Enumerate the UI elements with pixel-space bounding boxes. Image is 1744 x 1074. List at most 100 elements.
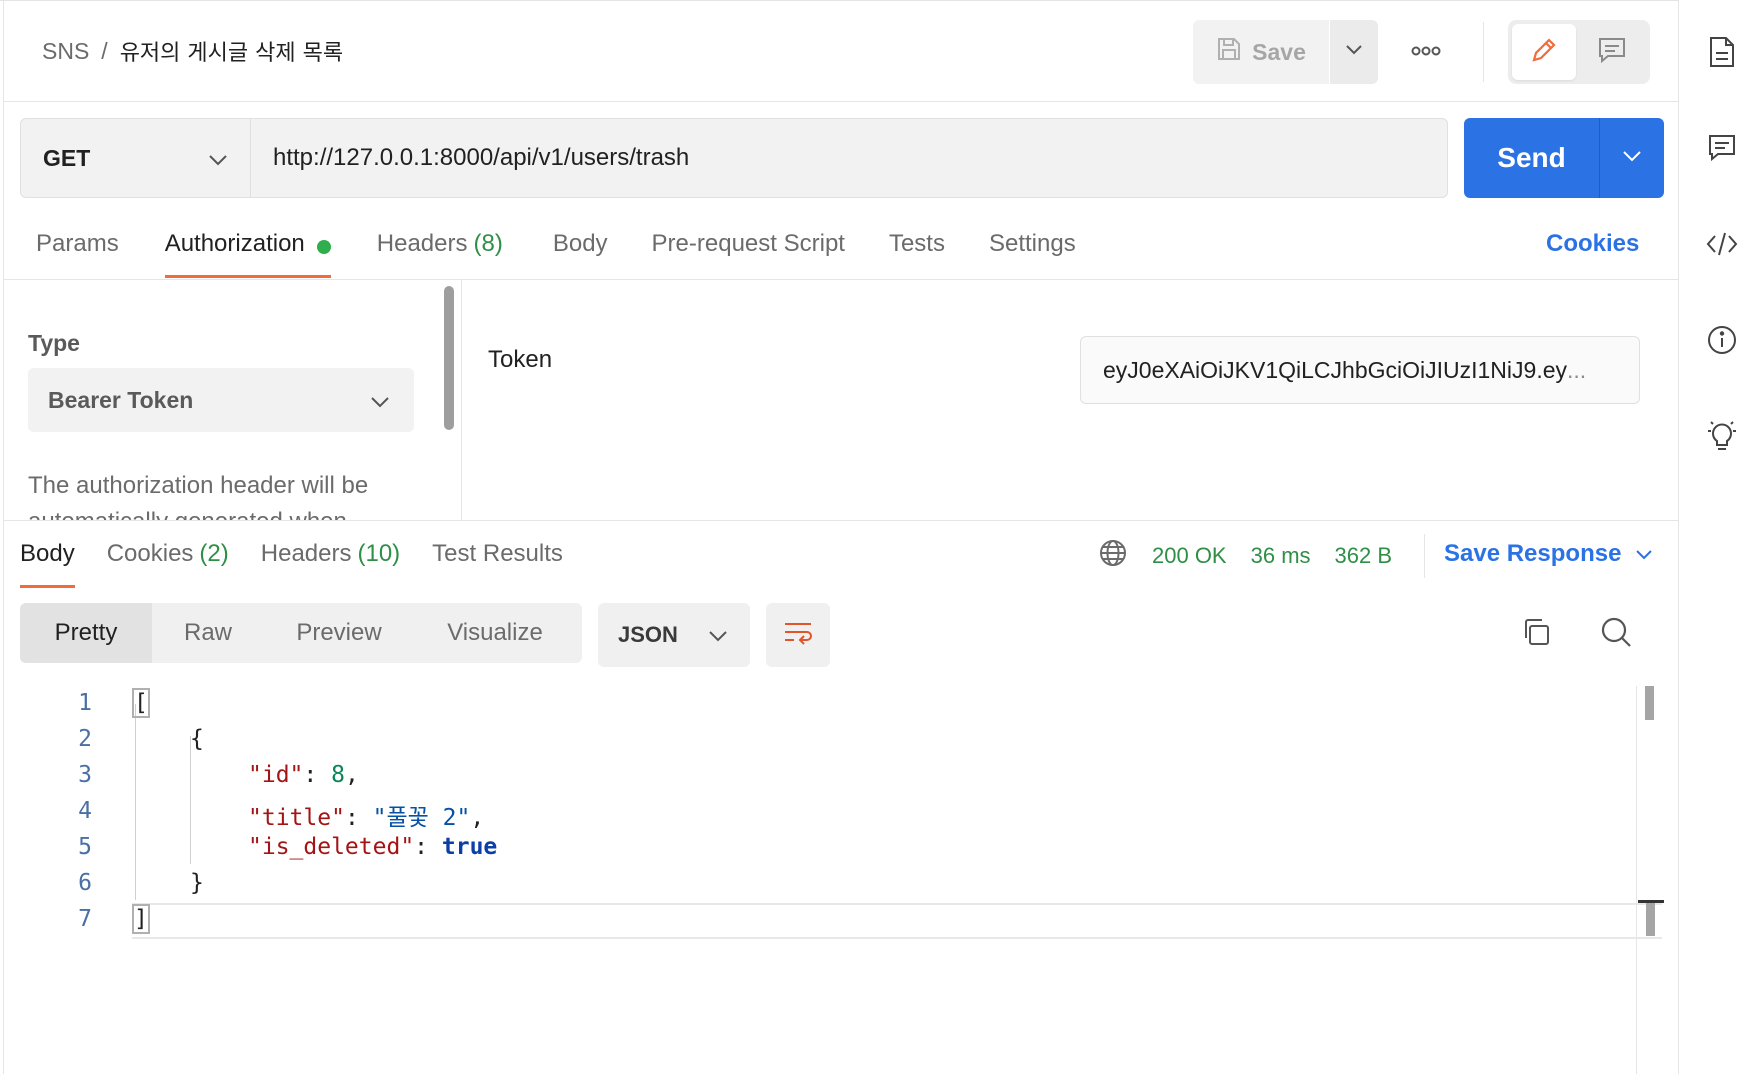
format-value: JSON xyxy=(618,622,678,647)
auth-active-dot xyxy=(316,240,331,254)
chevron-down-icon xyxy=(208,145,228,172)
method-select[interactable]: GET xyxy=(20,118,251,198)
send-button-group: Send xyxy=(1464,118,1664,198)
line-number: 4 xyxy=(78,798,92,824)
indent-guide xyxy=(190,736,191,864)
line-number: 7 xyxy=(78,906,92,932)
response-size[interactable]: 362 B xyxy=(1335,543,1393,569)
token-value: eyJ0eXAiOiJKV1QiLCJhbGciOiJIUzI1NiJ9.ey xyxy=(1103,356,1567,383)
response-tab-test-results[interactable]: Test Results xyxy=(432,536,579,586)
view-preview[interactable]: Preview xyxy=(264,603,414,663)
request-name[interactable]: 유저의 게시글 삭제 목록 xyxy=(120,35,343,67)
code-snippet-icon[interactable] xyxy=(1702,224,1742,264)
view-mode-selector: Pretty Raw Preview Visualize xyxy=(20,603,582,663)
breadcrumb: SNS / 유저의 게시글 삭제 목록 xyxy=(42,35,343,67)
auth-panel-scrollbar[interactable] xyxy=(444,286,454,430)
globe-icon[interactable] xyxy=(1098,538,1128,574)
pencil-icon xyxy=(1529,35,1559,70)
json-boolean: true xyxy=(441,834,498,860)
info-icon[interactable] xyxy=(1702,320,1742,360)
save-response-button[interactable]: Save Response xyxy=(1444,540,1653,568)
send-dropdown-button[interactable] xyxy=(1599,118,1664,198)
method-value: GET xyxy=(43,144,91,171)
format-select[interactable]: JSON xyxy=(598,603,750,667)
wrap-lines-button[interactable] xyxy=(766,603,830,667)
line-number: 1 xyxy=(78,690,92,716)
edit-mode-button[interactable] xyxy=(1512,24,1576,80)
url-input[interactable]: http://127.0.0.1:8000/api/v1/users/trash xyxy=(251,118,1448,198)
token-ellipsis: ... xyxy=(1567,356,1587,383)
json-key: "id" xyxy=(248,762,304,788)
json-key: "title" xyxy=(248,805,345,831)
status-code[interactable]: 200 OK xyxy=(1152,543,1227,569)
code-scrollbar-thumb[interactable] xyxy=(1645,686,1654,720)
copy-button[interactable] xyxy=(1516,614,1556,654)
response-cookies-count: (2) xyxy=(199,540,229,567)
json-string: "풀꽃 2" xyxy=(372,805,471,831)
top-tab-strip xyxy=(0,0,1680,5)
response-tab-headers[interactable]: Headers (10) xyxy=(261,536,416,586)
current-line-highlight xyxy=(132,903,1662,939)
save-button-group: Save xyxy=(1193,20,1378,84)
view-raw[interactable]: Raw xyxy=(152,603,264,663)
json-open-brace: { xyxy=(190,726,204,752)
tab-body[interactable]: Body xyxy=(537,226,624,276)
header-divider xyxy=(1483,22,1484,82)
code-line: "title": "풀꽃 2", xyxy=(248,805,485,831)
response-tab-cookies[interactable]: Cookies (2) xyxy=(107,536,245,586)
tab-tests[interactable]: Tests xyxy=(873,226,961,276)
status-divider xyxy=(1424,534,1425,578)
cookies-link[interactable]: Cookies xyxy=(1546,230,1639,258)
tab-prerequest-script[interactable]: Pre-request Script xyxy=(636,226,861,276)
search-button[interactable] xyxy=(1596,614,1636,654)
auth-type-select[interactable]: Bearer Token xyxy=(28,368,414,432)
token-input[interactable]: eyJ0eXAiOiJKV1QiLCJhbGciOiJIUzI1NiJ9.ey.… xyxy=(1080,336,1640,404)
line-number: 2 xyxy=(78,726,92,752)
comments-icon[interactable] xyxy=(1702,128,1742,168)
comment-icon xyxy=(1597,36,1627,69)
view-pretty[interactable]: Pretty xyxy=(20,603,152,663)
headers-count: (8) xyxy=(473,230,503,257)
save-dropdown-button[interactable] xyxy=(1330,20,1378,84)
breadcrumb-collection[interactable]: SNS xyxy=(42,38,89,65)
code-scrollbar-end[interactable] xyxy=(1638,900,1664,936)
token-label: Token xyxy=(488,346,553,373)
code-line: "is_deleted": true xyxy=(248,834,498,860)
comment-mode-button[interactable] xyxy=(1580,24,1644,80)
documentation-icon[interactable] xyxy=(1702,32,1742,72)
response-headers-count: (10) xyxy=(357,540,401,567)
tab-authorization[interactable]: Authorization xyxy=(149,226,347,278)
tab-settings[interactable]: Settings xyxy=(973,226,1092,276)
more-actions-button[interactable] xyxy=(1400,30,1452,74)
auth-type-value: Bearer Token xyxy=(48,386,194,413)
chevron-down-icon xyxy=(370,387,390,414)
save-label: Save xyxy=(1252,38,1306,65)
response-tab-body[interactable]: Body xyxy=(20,536,91,588)
tab-params[interactable]: Params xyxy=(20,226,135,276)
response-tabs: Body Cookies (2) Headers (10) Test Resul… xyxy=(20,536,595,588)
code-line: "id": 8, xyxy=(248,762,359,788)
json-close-brace: } xyxy=(190,870,204,896)
json-key: "is_deleted" xyxy=(248,834,415,860)
code-line: [ xyxy=(132,688,150,718)
send-button[interactable]: Send xyxy=(1464,118,1599,198)
search-icon xyxy=(1600,616,1632,653)
view-visualize[interactable]: Visualize xyxy=(414,603,576,663)
json-close-bracket: ] xyxy=(132,904,150,934)
chevron-down-icon xyxy=(708,622,728,648)
response-time[interactable]: 36 ms xyxy=(1251,543,1311,569)
line-number: 5 xyxy=(78,834,92,860)
line-number: 3 xyxy=(78,762,92,788)
code-line: ] xyxy=(132,904,150,934)
chevron-down-icon xyxy=(1635,540,1653,568)
wrap-lines-icon xyxy=(782,619,814,652)
more-horizontal-icon xyxy=(1411,43,1441,61)
tab-headers[interactable]: Headers (8) xyxy=(361,226,519,276)
chevron-down-icon xyxy=(1345,43,1363,61)
request-tabs: Params Authorization Headers (8) Body Pr… xyxy=(20,226,1092,278)
lightbulb-icon[interactable] xyxy=(1702,416,1742,456)
auth-description: The authorization header will be automat… xyxy=(28,472,369,520)
save-button[interactable]: Save xyxy=(1193,20,1329,84)
save-response-label: Save Response xyxy=(1444,540,1622,567)
chevron-down-icon xyxy=(1622,149,1642,167)
